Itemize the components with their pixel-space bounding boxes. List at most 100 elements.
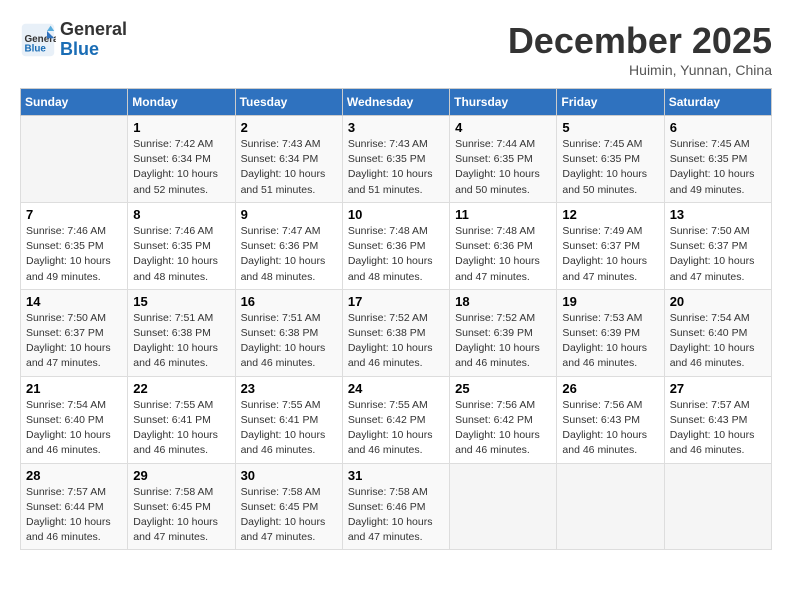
day-cell: 11Sunrise: 7:48 AMSunset: 6:36 PMDayligh… bbox=[450, 202, 557, 289]
day-number: 14 bbox=[26, 294, 122, 309]
day-cell: 21 Sunrise: 7:54 AMSunset: 6:40 PMDayligh… bbox=[21, 376, 128, 463]
day-number: 5 bbox=[562, 120, 658, 135]
day-cell: 24 Sunrise: 7:55 AMSunset: 6:42 PMDayligh… bbox=[342, 376, 449, 463]
day-info: Sunrise: 7:43 AMSunset: 6:34 PMDaylight:… bbox=[241, 137, 337, 198]
day-cell: 28Sunrise: 7:57 AMSunset: 6:44 PMDayligh… bbox=[21, 463, 128, 550]
day-info: Sunrise: 7:52 AMSunset: 6:38 PMDaylight:… bbox=[348, 311, 444, 372]
day-number: 1 bbox=[133, 120, 229, 135]
week-row-3: 14 Sunrise: 7:50 AMSunset: 6:37 PMDayligh… bbox=[21, 289, 772, 376]
day-cell: 19 Sunrise: 7:53 AMSunset: 6:39 PMDayligh… bbox=[557, 289, 664, 376]
day-cell bbox=[450, 463, 557, 550]
day-number: 16 bbox=[241, 294, 337, 309]
week-row-4: 21 Sunrise: 7:54 AMSunset: 6:40 PMDayligh… bbox=[21, 376, 772, 463]
day-info: Sunrise: 7:58 AMSunset: 6:45 PMDaylight:… bbox=[133, 485, 229, 546]
day-number: 26 bbox=[562, 381, 658, 396]
location: Huimin, Yunnan, China bbox=[508, 62, 772, 78]
day-info: Sunrise: 7:54 AMSunset: 6:40 PMDaylight:… bbox=[670, 311, 766, 372]
day-number: 25 bbox=[455, 381, 551, 396]
day-info: Sunrise: 7:55 AMSunset: 6:41 PMDaylight:… bbox=[241, 398, 337, 459]
logo-blue: Blue bbox=[60, 40, 127, 60]
day-number: 10 bbox=[348, 207, 444, 222]
day-info: Sunrise: 7:53 AMSunset: 6:39 PMDaylight:… bbox=[562, 311, 658, 372]
logo-icon: General Blue bbox=[20, 22, 56, 58]
day-number: 12 bbox=[562, 207, 658, 222]
day-cell: 17 Sunrise: 7:52 AMSunset: 6:38 PMDayligh… bbox=[342, 289, 449, 376]
page-header: General Blue General Blue December 2025 … bbox=[20, 20, 772, 78]
month-title: December 2025 bbox=[508, 20, 772, 62]
day-info: Sunrise: 7:42 AMSunset: 6:34 PMDaylight:… bbox=[133, 137, 229, 198]
day-info: Sunrise: 7:57 AMSunset: 6:43 PMDaylight:… bbox=[670, 398, 766, 459]
day-number: 19 bbox=[562, 294, 658, 309]
day-number: 9 bbox=[241, 207, 337, 222]
day-number: 31 bbox=[348, 468, 444, 483]
day-number: 17 bbox=[348, 294, 444, 309]
day-info: Sunrise: 7:49 AMSunset: 6:37 PMDaylight:… bbox=[562, 224, 658, 285]
day-cell: 15Sunrise: 7:51 AMSunset: 6:38 PMDayligh… bbox=[128, 289, 235, 376]
day-cell: 31 Sunrise: 7:58 AMSunset: 6:46 PMDayligh… bbox=[342, 463, 449, 550]
day-number: 23 bbox=[241, 381, 337, 396]
day-info: Sunrise: 7:56 AMSunset: 6:43 PMDaylight:… bbox=[562, 398, 658, 459]
day-number: 13 bbox=[670, 207, 766, 222]
day-number: 27 bbox=[670, 381, 766, 396]
day-cell: 8 Sunrise: 7:46 AMSunset: 6:35 PMDaylight… bbox=[128, 202, 235, 289]
day-cell: 1 Sunrise: 7:42 AMSunset: 6:34 PMDaylight… bbox=[128, 116, 235, 203]
day-info: Sunrise: 7:51 AMSunset: 6:38 PMDaylight:… bbox=[133, 311, 229, 372]
day-info: Sunrise: 7:55 AMSunset: 6:42 PMDaylight:… bbox=[348, 398, 444, 459]
day-info: Sunrise: 7:54 AMSunset: 6:40 PMDaylight:… bbox=[26, 398, 122, 459]
day-cell: 7 Sunrise: 7:46 AMSunset: 6:35 PMDaylight… bbox=[21, 202, 128, 289]
day-number: 30 bbox=[241, 468, 337, 483]
day-number: 28 bbox=[26, 468, 122, 483]
day-number: 21 bbox=[26, 381, 122, 396]
day-cell bbox=[664, 463, 771, 550]
day-info: Sunrise: 7:48 AMSunset: 6:36 PMDaylight:… bbox=[348, 224, 444, 285]
day-cell: 22 Sunrise: 7:55 AMSunset: 6:41 PMDayligh… bbox=[128, 376, 235, 463]
day-info: Sunrise: 7:51 AMSunset: 6:38 PMDaylight:… bbox=[241, 311, 337, 372]
day-info: Sunrise: 7:48 AMSunset: 6:36 PMDaylight:… bbox=[455, 224, 551, 285]
day-info: Sunrise: 7:50 AMSunset: 6:37 PMDaylight:… bbox=[26, 311, 122, 372]
day-number: 8 bbox=[133, 207, 229, 222]
day-cell: 27 Sunrise: 7:57 AMSunset: 6:43 PMDayligh… bbox=[664, 376, 771, 463]
week-row-5: 28Sunrise: 7:57 AMSunset: 6:44 PMDayligh… bbox=[21, 463, 772, 550]
day-cell: 5Sunrise: 7:45 AMSunset: 6:35 PMDaylight… bbox=[557, 116, 664, 203]
weekday-header-row: SundayMondayTuesdayWednesdayThursdayFrid… bbox=[21, 89, 772, 116]
day-cell bbox=[557, 463, 664, 550]
day-info: Sunrise: 7:56 AMSunset: 6:42 PMDaylight:… bbox=[455, 398, 551, 459]
weekday-header-friday: Friday bbox=[557, 89, 664, 116]
title-block: December 2025 Huimin, Yunnan, China bbox=[508, 20, 772, 78]
weekday-header-thursday: Thursday bbox=[450, 89, 557, 116]
day-info: Sunrise: 7:47 AMSunset: 6:36 PMDaylight:… bbox=[241, 224, 337, 285]
day-cell: 4Sunrise: 7:44 AMSunset: 6:35 PMDaylight… bbox=[450, 116, 557, 203]
day-number: 7 bbox=[26, 207, 122, 222]
day-number: 2 bbox=[241, 120, 337, 135]
day-info: Sunrise: 7:58 AMSunset: 6:46 PMDaylight:… bbox=[348, 485, 444, 546]
day-info: Sunrise: 7:46 AMSunset: 6:35 PMDaylight:… bbox=[26, 224, 122, 285]
svg-text:Blue: Blue bbox=[25, 43, 47, 54]
day-cell: 10 Sunrise: 7:48 AMSunset: 6:36 PMDayligh… bbox=[342, 202, 449, 289]
day-cell: 29 Sunrise: 7:58 AMSunset: 6:45 PMDayligh… bbox=[128, 463, 235, 550]
day-cell: 9 Sunrise: 7:47 AMSunset: 6:36 PMDaylight… bbox=[235, 202, 342, 289]
logo: General Blue General Blue bbox=[20, 20, 127, 60]
day-number: 4 bbox=[455, 120, 551, 135]
day-info: Sunrise: 7:58 AMSunset: 6:45 PMDaylight:… bbox=[241, 485, 337, 546]
weekday-header-wednesday: Wednesday bbox=[342, 89, 449, 116]
day-cell: 26 Sunrise: 7:56 AMSunset: 6:43 PMDayligh… bbox=[557, 376, 664, 463]
week-row-1: 1 Sunrise: 7:42 AMSunset: 6:34 PMDaylight… bbox=[21, 116, 772, 203]
day-info: Sunrise: 7:46 AMSunset: 6:35 PMDaylight:… bbox=[133, 224, 229, 285]
day-cell: 25 Sunrise: 7:56 AMSunset: 6:42 PMDayligh… bbox=[450, 376, 557, 463]
day-number: 18 bbox=[455, 294, 551, 309]
week-row-2: 7 Sunrise: 7:46 AMSunset: 6:35 PMDaylight… bbox=[21, 202, 772, 289]
day-cell: 13Sunrise: 7:50 AMSunset: 6:37 PMDayligh… bbox=[664, 202, 771, 289]
day-info: Sunrise: 7:55 AMSunset: 6:41 PMDaylight:… bbox=[133, 398, 229, 459]
day-number: 3 bbox=[348, 120, 444, 135]
day-cell: 12 Sunrise: 7:49 AMSunset: 6:37 PMDayligh… bbox=[557, 202, 664, 289]
day-number: 24 bbox=[348, 381, 444, 396]
day-number: 6 bbox=[670, 120, 766, 135]
day-cell: 18Sunrise: 7:52 AMSunset: 6:39 PMDayligh… bbox=[450, 289, 557, 376]
day-info: Sunrise: 7:45 AMSunset: 6:35 PMDaylight:… bbox=[670, 137, 766, 198]
day-number: 22 bbox=[133, 381, 229, 396]
day-info: Sunrise: 7:43 AMSunset: 6:35 PMDaylight:… bbox=[348, 137, 444, 198]
day-cell: 2 Sunrise: 7:43 AMSunset: 6:34 PMDaylight… bbox=[235, 116, 342, 203]
day-number: 29 bbox=[133, 468, 229, 483]
day-cell: 6 Sunrise: 7:45 AMSunset: 6:35 PMDaylight… bbox=[664, 116, 771, 203]
day-cell: 16 Sunrise: 7:51 AMSunset: 6:38 PMDayligh… bbox=[235, 289, 342, 376]
